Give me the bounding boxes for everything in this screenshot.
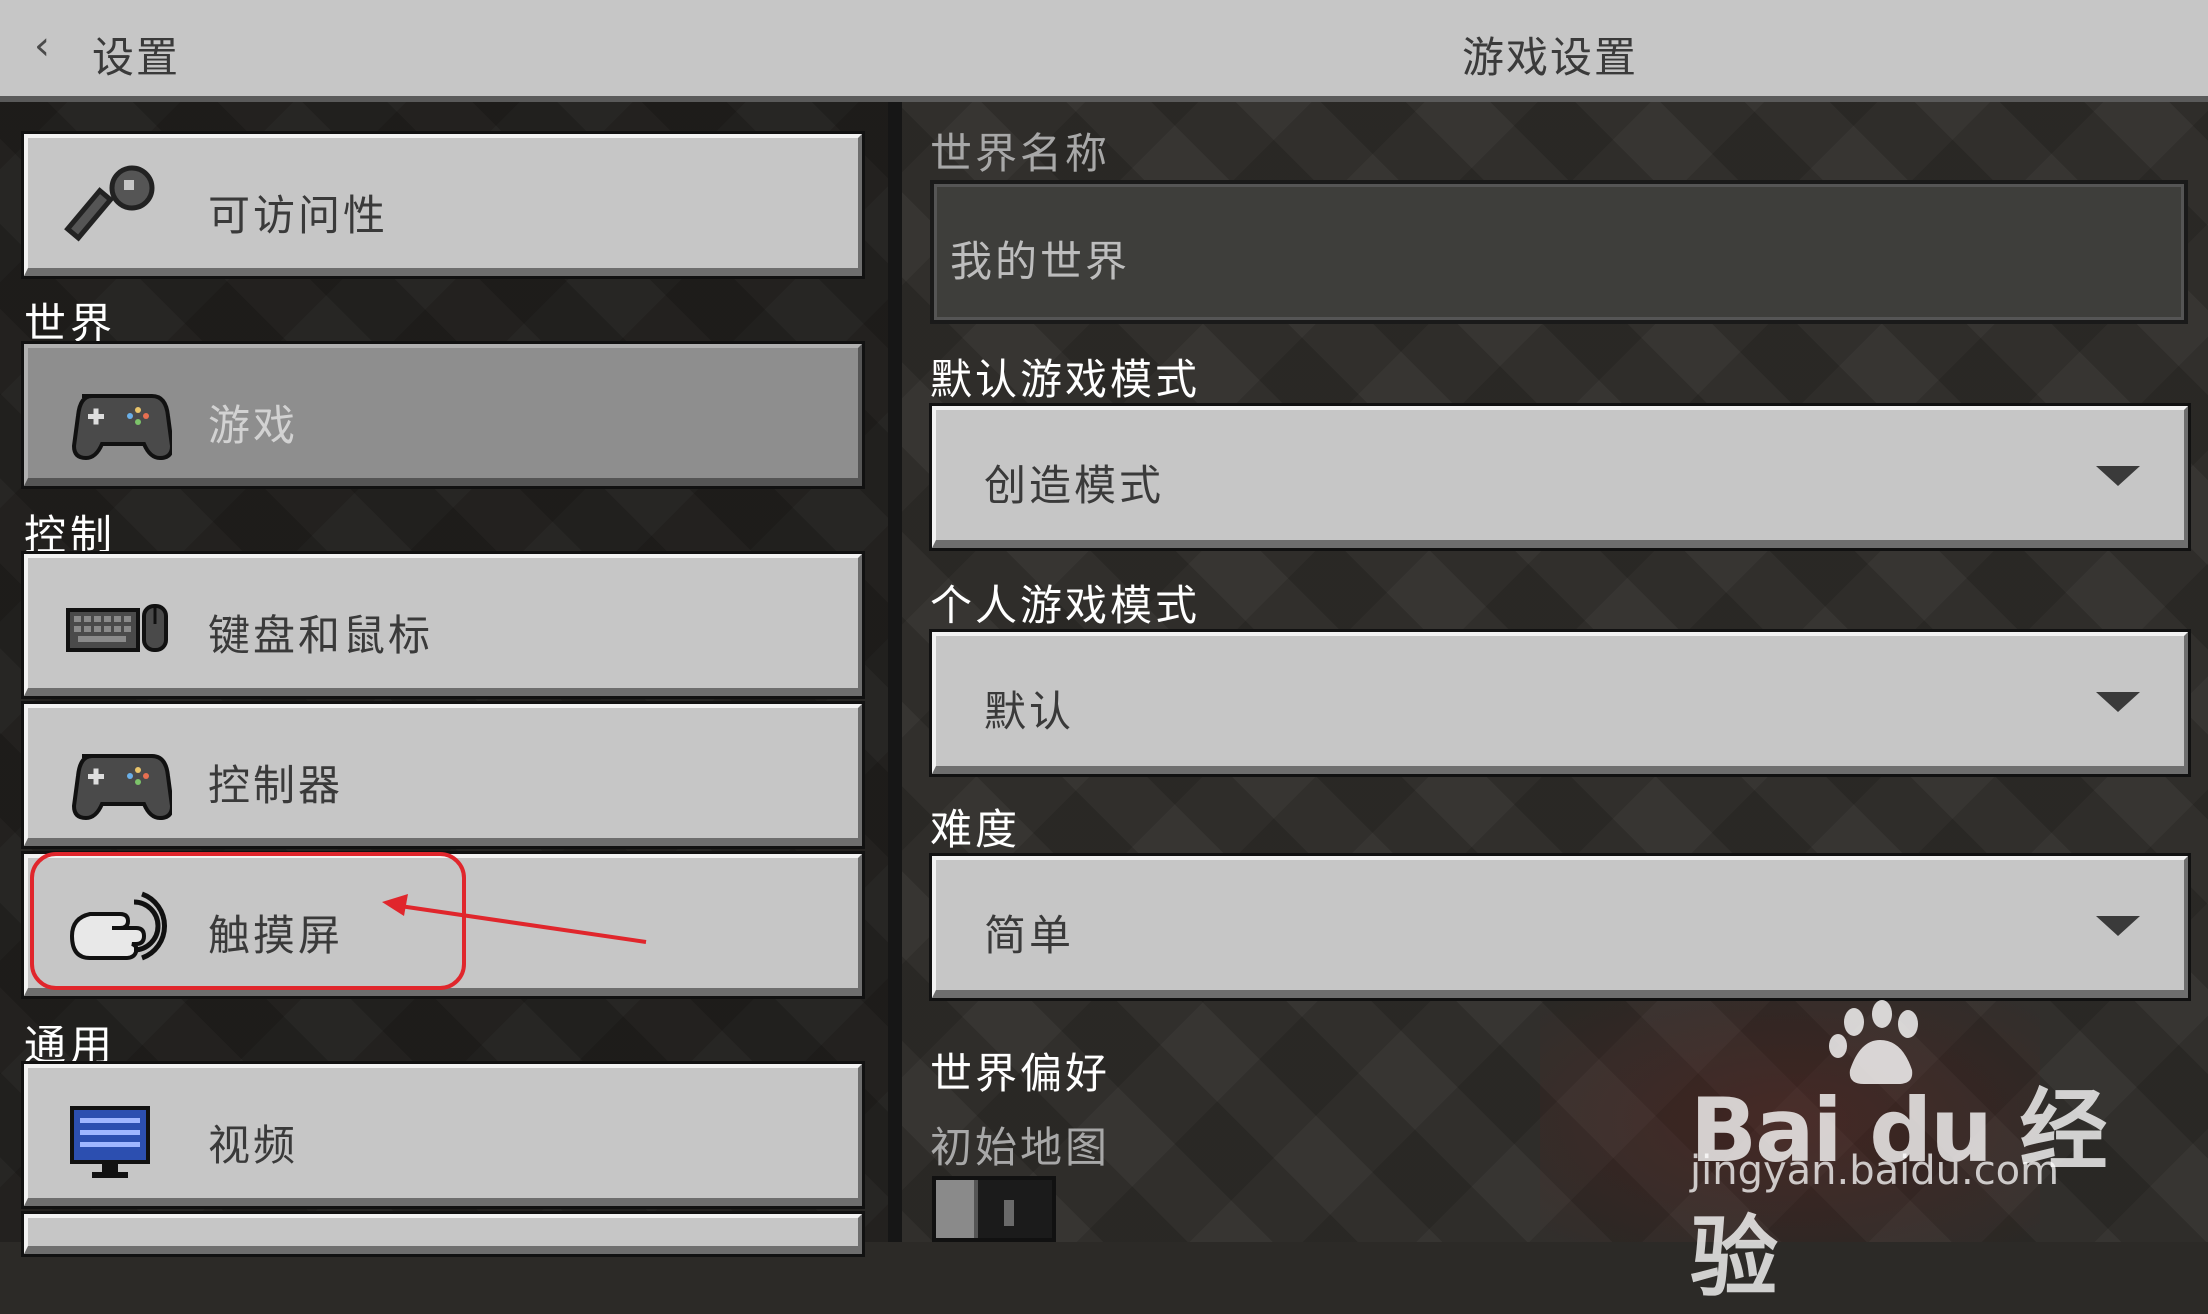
sidebar-item-label: 视频 — [208, 1121, 299, 1170]
sidebar-item-label: 可访问性 — [208, 191, 389, 240]
toggle-off-mark — [1004, 1200, 1014, 1226]
sidebar-item-label: 键盘和鼠标 — [208, 611, 434, 660]
default-mode-label: 默认游戏模式 — [930, 355, 1201, 404]
world-name-label: 世界名称 — [930, 129, 1111, 178]
sidebar-item-keyboard-mouse[interactable]: 键盘和鼠标 — [21, 551, 865, 699]
back-button[interactable]: 设置 — [92, 24, 180, 85]
header-bar: ‹ 设置 游戏设置 — [0, 0, 2208, 102]
controller-icon — [71, 754, 172, 821]
gamepad-icon — [71, 394, 172, 461]
dropdown-value: 创造模式 — [984, 461, 1165, 510]
starting-map-toggle[interactable] — [932, 1176, 1056, 1242]
sidebar-item-controller[interactable]: 控制器 — [21, 701, 865, 849]
personal-mode-label: 个人游戏模式 — [930, 581, 1201, 630]
key-icon — [64, 165, 155, 242]
toggle-knob — [936, 1180, 978, 1238]
difficulty-dropdown[interactable]: 简单 — [929, 853, 2191, 1001]
dropdown-arrow-icon — [2096, 692, 2140, 712]
dropdown-arrow-icon — [2096, 916, 2140, 936]
keyboard-icon — [66, 604, 168, 652]
watermark-url: jingyan.baidu.com — [1690, 1148, 2060, 1194]
personal-mode-dropdown[interactable]: 默认 — [929, 629, 2191, 777]
panel-divider — [888, 102, 902, 1242]
world-name-input[interactable]: 我的世界 — [930, 180, 2188, 324]
monitor-icon — [70, 1106, 150, 1178]
sidebar-item-label: 控制器 — [208, 761, 344, 810]
section-world: 世界 — [24, 299, 117, 348]
chevron-left-icon[interactable]: ‹ — [34, 26, 50, 66]
starting-map-label: 初始地图 — [930, 1123, 1111, 1172]
dropdown-value: 简单 — [984, 911, 1075, 960]
world-prefs-heading: 世界偏好 — [930, 1049, 1111, 1098]
difficulty-label: 难度 — [930, 805, 1021, 854]
sidebar-item-video[interactable]: 视频 — [21, 1061, 865, 1209]
sidebar-item-more[interactable] — [21, 1211, 865, 1257]
watermark: Bai du 经验 jingyan.baidu.com — [1690, 1000, 2110, 1309]
sidebar-item-accessibility[interactable]: 可访问性 — [21, 131, 865, 279]
annotation-arrow — [382, 894, 647, 944]
dropdown-value: 默认 — [984, 687, 1075, 736]
sidebar-item-label: 游戏 — [208, 401, 299, 450]
page-title: 游戏设置 — [1461, 33, 1638, 82]
default-mode-dropdown[interactable]: 创造模式 — [929, 403, 2191, 551]
sidebar-item-game[interactable]: 游戏 — [21, 341, 865, 489]
dropdown-arrow-icon — [2096, 466, 2140, 486]
